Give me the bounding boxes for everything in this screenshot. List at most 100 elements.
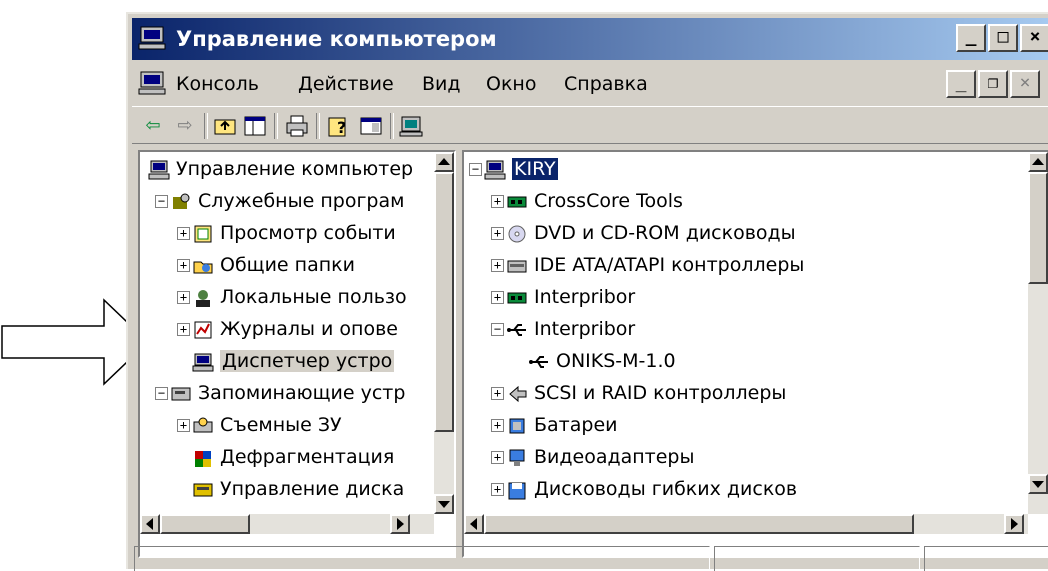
scroll-left-button[interactable] bbox=[464, 514, 484, 534]
expand-node-button[interactable]: + bbox=[491, 419, 504, 432]
expand-node-button[interactable]: + bbox=[491, 195, 504, 208]
expand-node-button[interactable]: + bbox=[177, 323, 190, 336]
print-icon[interactable] bbox=[284, 113, 310, 139]
forward-arrow-icon[interactable]: ⇨ bbox=[172, 113, 198, 139]
help-icon[interactable]: ? bbox=[326, 113, 352, 139]
scroll-left-button[interactable] bbox=[140, 514, 160, 534]
tree-item[interactable]: ONIKS-M-1.0 bbox=[528, 346, 676, 376]
right-vertical-scrollbar[interactable] bbox=[1028, 152, 1048, 514]
console-tree-pane[interactable]: Управление компьютер Служебные програм − Пр… bbox=[138, 150, 456, 558]
tree-item-label: Общие папки bbox=[220, 254, 355, 276]
tree-item[interactable]: Interpribor bbox=[506, 282, 635, 312]
tree-item-label: Локальные пользо bbox=[220, 286, 407, 308]
back-arrow-icon[interactable]: ⇦ bbox=[140, 113, 166, 139]
menu-view[interactable]: Вид bbox=[422, 73, 461, 95]
mdi-close-button[interactable]: × bbox=[1010, 70, 1040, 98]
tree-item[interactable]: Дисководы гибких дисков bbox=[506, 474, 797, 504]
device-icon[interactable] bbox=[398, 113, 424, 139]
tree-item[interactable]: Просмотр событи bbox=[192, 218, 396, 248]
collapse-node-button[interactable]: − bbox=[155, 195, 168, 208]
tree-item[interactable]: Локальные пользо bbox=[192, 282, 407, 312]
tree-item-label: Служебные програм bbox=[198, 190, 405, 212]
tree-item-label: Журналы и опове bbox=[220, 318, 398, 340]
tree-item[interactable]: Батареи bbox=[506, 410, 618, 440]
collapse-node-button[interactable]: − bbox=[491, 323, 504, 336]
collapse-node-button[interactable]: − bbox=[155, 387, 168, 400]
toolbar-separator bbox=[316, 113, 320, 139]
show-tree-icon[interactable] bbox=[242, 113, 268, 139]
expand-node-button[interactable]: + bbox=[177, 227, 190, 240]
expand-node-button[interactable]: + bbox=[491, 483, 504, 496]
console-icon[interactable] bbox=[138, 70, 166, 96]
menu-window[interactable]: Окно bbox=[486, 73, 536, 95]
expand-node-button[interactable]: + bbox=[491, 291, 504, 304]
scroll-down-button[interactable] bbox=[434, 494, 454, 514]
tree-item[interactable]: Журналы и опове bbox=[192, 314, 398, 344]
collapse-node-button[interactable]: − bbox=[469, 163, 482, 176]
battery-icon bbox=[509, 418, 525, 433]
scroll-thumb[interactable] bbox=[1028, 172, 1048, 284]
tree-item-label: Съемные ЗУ bbox=[220, 414, 342, 436]
tree-item[interactable]: Управление компьютер bbox=[148, 154, 413, 184]
minimize-button[interactable]: _ bbox=[956, 24, 986, 52]
menu-console[interactable]: Консоль bbox=[176, 73, 259, 95]
right-horizontal-scrollbar[interactable] bbox=[464, 514, 1028, 534]
tree-item-label: CrossCore Tools bbox=[534, 190, 683, 212]
tree-item[interactable]: Диспетчер устро bbox=[192, 346, 395, 376]
tree-item-label: Interpribor bbox=[534, 286, 636, 308]
scroll-up-button[interactable] bbox=[1028, 152, 1048, 172]
mdi-restore-button[interactable]: ❐ bbox=[978, 70, 1008, 98]
close-button[interactable]: × bbox=[1020, 24, 1048, 52]
usb-icon bbox=[529, 355, 548, 368]
tree-item[interactable]: Общие папки bbox=[192, 250, 355, 280]
scroll-up-button[interactable] bbox=[434, 152, 454, 172]
menu-help[interactable]: Справка bbox=[564, 73, 648, 95]
tree-item[interactable]: Interpribor bbox=[506, 314, 635, 344]
logs-icon bbox=[194, 321, 212, 338]
tree-item[interactable]: Служебные програм bbox=[170, 186, 404, 216]
computer-icon bbox=[148, 160, 170, 179]
scroll-thumb[interactable] bbox=[484, 514, 914, 534]
expand-node-button[interactable]: + bbox=[177, 291, 190, 304]
svg-text:?: ? bbox=[337, 118, 346, 137]
scroll-thumb[interactable] bbox=[434, 172, 454, 432]
mdi-minimize-button[interactable]: _ bbox=[946, 70, 976, 98]
toolbar: ⇦ ⇨ ? bbox=[132, 106, 1048, 144]
tree-item[interactable]: Запоминающие устр bbox=[170, 378, 405, 408]
expand-node-button[interactable]: + bbox=[177, 259, 190, 272]
computer-icon bbox=[138, 26, 166, 50]
computer-management-window: Управление компьютером _ □ × Консоль Дей… bbox=[126, 12, 1048, 571]
left-horizontal-scrollbar[interactable] bbox=[140, 514, 434, 534]
tree-item[interactable]: Съемные ЗУ bbox=[192, 410, 342, 440]
shared-folder-icon bbox=[193, 261, 213, 273]
toolbar-separator bbox=[204, 113, 208, 139]
tree-item[interactable]: Управление диска bbox=[192, 474, 404, 504]
scroll-down-button[interactable] bbox=[1028, 474, 1048, 494]
tree-item[interactable]: IDE ATA/ATAPI контроллеры bbox=[506, 250, 804, 280]
scroll-thumb[interactable] bbox=[160, 514, 250, 534]
tree-item[interactable]: SCSI и RAID контроллеры bbox=[506, 378, 786, 408]
expand-node-button[interactable]: + bbox=[491, 259, 504, 272]
expand-node-button[interactable]: + bbox=[491, 227, 504, 240]
ide-controller-icon bbox=[507, 260, 527, 272]
device-tree-pane[interactable]: KIRY − CrossCore Tools + DVD и CD-ROM дисков… bbox=[462, 150, 1048, 558]
tree-item[interactable]: Дефрагментация bbox=[192, 442, 394, 472]
properties-icon[interactable] bbox=[358, 113, 384, 139]
disk-management-icon bbox=[193, 483, 213, 496]
tree-item[interactable]: Видеоадаптеры bbox=[506, 442, 695, 472]
expand-node-button[interactable]: + bbox=[177, 419, 190, 432]
tree-item[interactable]: DVD и CD-ROM дисководы bbox=[506, 218, 796, 248]
expand-node-button[interactable]: + bbox=[491, 387, 504, 400]
scroll-right-button[interactable] bbox=[390, 514, 410, 534]
tree-item[interactable]: KIRY bbox=[484, 154, 558, 184]
title-bar[interactable]: Управление компьютером _ □ × bbox=[132, 18, 1048, 60]
tree-item[interactable]: CrossCore Tools bbox=[506, 186, 683, 216]
left-vertical-scrollbar[interactable] bbox=[434, 152, 454, 514]
maximize-button[interactable]: □ bbox=[988, 24, 1018, 52]
expand-node-button[interactable]: + bbox=[491, 451, 504, 464]
device-manager-icon bbox=[192, 353, 214, 371]
menu-action[interactable]: Действие bbox=[298, 73, 394, 95]
scroll-right-button[interactable] bbox=[1004, 514, 1024, 534]
up-folder-icon[interactable] bbox=[212, 113, 238, 139]
menu-bar: Консоль Действие Вид Окно Справка _ ❐ × bbox=[132, 64, 1048, 104]
